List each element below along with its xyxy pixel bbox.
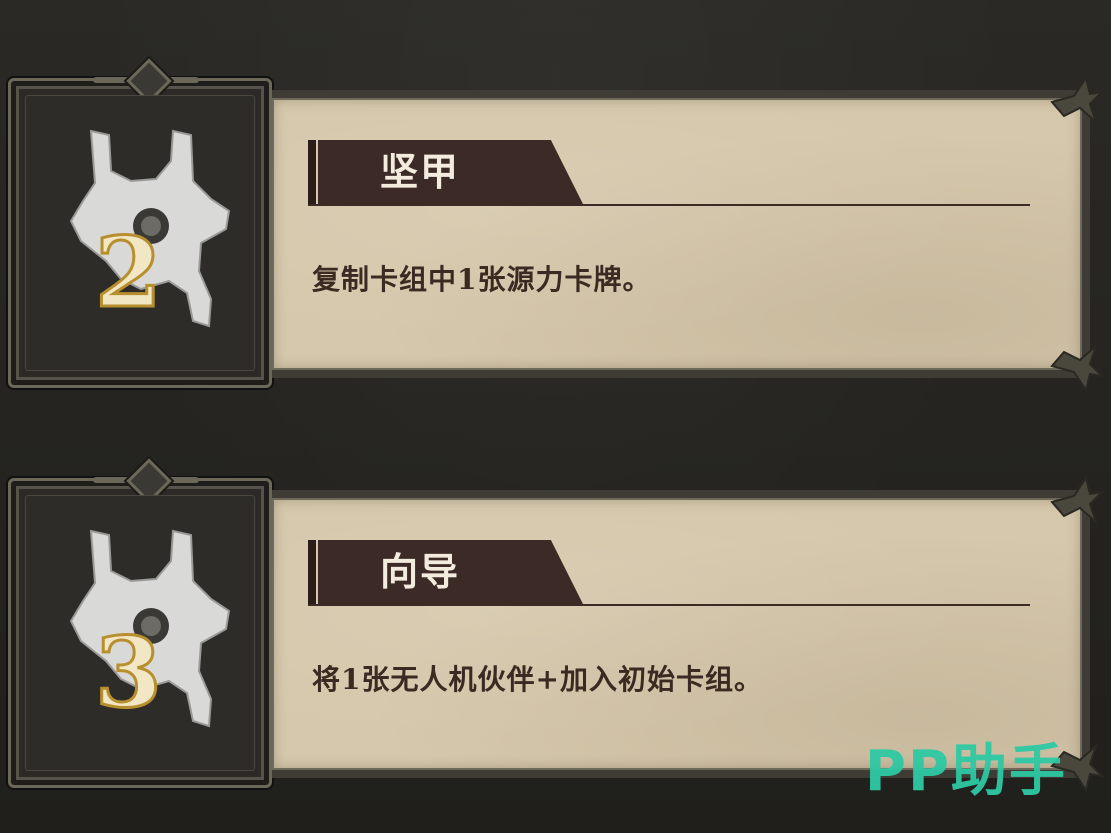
title-divider [308, 204, 1030, 206]
title-divider [308, 604, 1030, 606]
thorn-corner-icon [1050, 75, 1104, 126]
level-numeral: 2 [95, 216, 162, 329]
upgrade-title: 坚甲 [380, 149, 461, 194]
watermark-logo: PP助手 [864, 739, 1067, 804]
title-banner-edge [308, 140, 318, 206]
claw-gear-icon: 2 [69, 129, 231, 331]
numeral-badge-icon: 2 [94, 215, 164, 331]
thorn-corner-icon [1050, 342, 1104, 393]
title-banner-edge [308, 540, 318, 606]
claw-gear-icon: 3 [69, 529, 231, 731]
level-numeral: 3 [95, 616, 162, 729]
upgrade-icon-frame: 3 [8, 458, 272, 788]
upgrade-selection-screen: 2 坚甲 复制卡组中1张源力卡牌。 3 向导 将1张无人机伙伴+加入初始卡组。 … [0, 0, 1111, 833]
upgrade-icon-frame: 2 [8, 58, 272, 388]
upgrade-option-1[interactable]: 2 坚甲 复制卡组中1张源力卡牌。 [0, 58, 1111, 393]
numeral-badge-icon: 3 [94, 615, 164, 731]
upgrade-text-panel: 坚甲 复制卡组中1张源力卡牌。 [272, 75, 1104, 393]
upgrade-description: 将1张无人机伙伴+加入初始卡组。 [312, 663, 763, 696]
thorn-corner-icon [1050, 475, 1104, 526]
upgrade-title: 向导 [380, 549, 461, 594]
upgrade-description: 复制卡组中1张源力卡牌。 [312, 263, 652, 296]
